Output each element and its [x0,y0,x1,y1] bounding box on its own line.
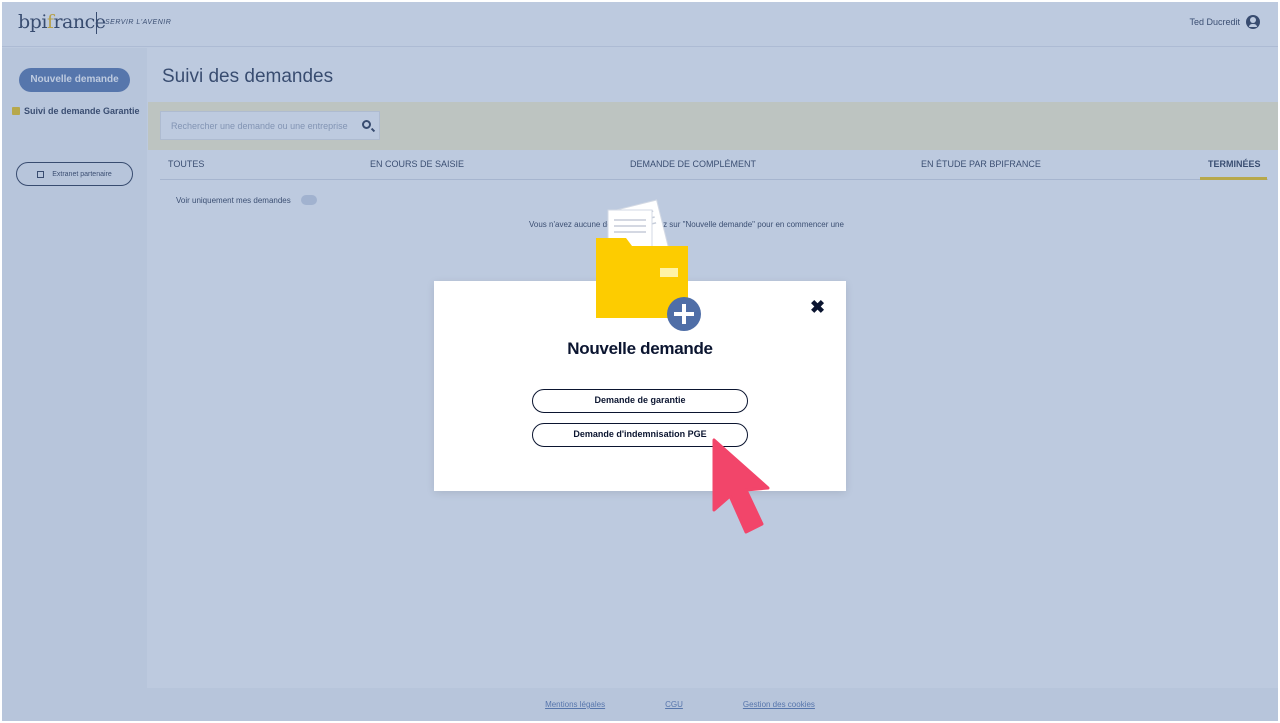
app-window: bpifrance SERVIR L'AVENIR Ted Ducredit N… [2,2,1278,721]
modal-title: Nouvelle demande [567,339,713,358]
close-icon[interactable]: ✖ [810,298,825,316]
folder-add-illustration-icon [596,199,701,331]
guarantee-request-button[interactable]: Demande de garantie [532,389,748,413]
pointer-cursor-icon [712,438,770,534]
